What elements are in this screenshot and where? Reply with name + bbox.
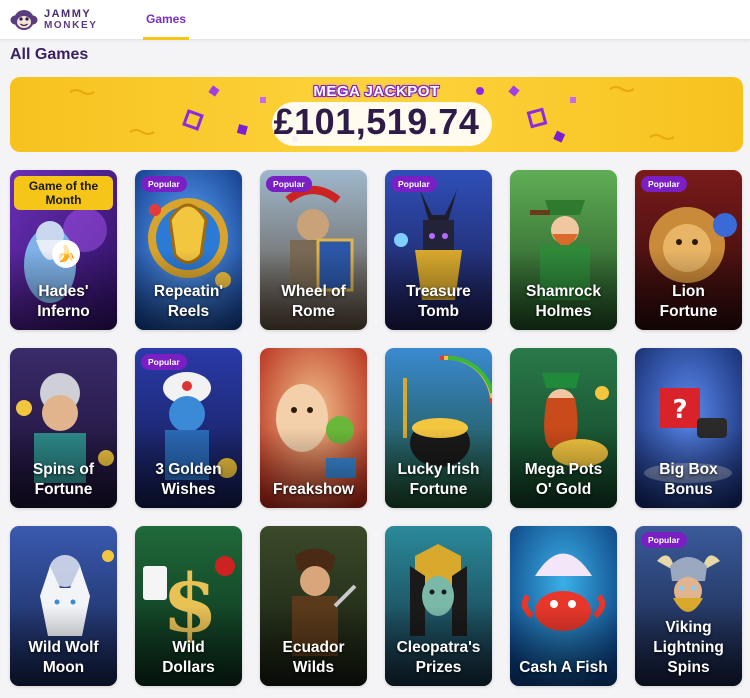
game-title: Spins of Fortune: [32, 461, 95, 498]
game-card-hades-inferno[interactable]: Game of the Month 🍌 Hades' Inferno: [10, 170, 117, 330]
game-title: Big Box Bonus: [659, 461, 718, 498]
game-card-lion-fortune[interactable]: Popular Lion Fortune: [635, 170, 742, 330]
game-card-wild-wolf-moon[interactable]: Wild Wolf Moon: [10, 526, 117, 686]
game-card-spins-of-fortune[interactable]: Spins of Fortune: [10, 348, 117, 508]
game-card-ecuador-wilds[interactable]: Ecuador Wilds: [260, 526, 367, 686]
game-title: 3 Golden Wishes: [155, 461, 222, 498]
game-title: Wild Dollars: [162, 639, 215, 676]
game-card-3-golden-wishes[interactable]: Popular 3 Golden Wishes: [135, 348, 242, 508]
popular-badge: Popular: [141, 354, 187, 370]
games-grid: Game of the Month 🍌 Hades' Inferno Popula…: [10, 170, 743, 698]
game-title: Ecuador Wilds: [282, 639, 345, 676]
game-card-shamrock-holmes[interactable]: Shamrock Holmes: [510, 170, 617, 330]
page-title: All Games: [10, 46, 89, 63]
game-title: Mega Pots O' Gold: [524, 461, 603, 498]
jackpot-label: MEGA JACKPOT: [313, 83, 440, 100]
top-navigation-bar: JAMMY MONKEY Games: [0, 0, 750, 40]
game-card-lucky-irish-fortune[interactable]: Lucky Irish Fortune: [385, 348, 492, 508]
game-title: Freakshow: [273, 481, 354, 498]
logo-line-1: JAMMY: [44, 8, 92, 20]
game-card-treasure-tomb[interactable]: Popular Treasure Tomb: [385, 170, 492, 330]
game-card-freakshow[interactable]: Freakshow: [260, 348, 367, 508]
svg-text:?: ?: [672, 395, 687, 425]
game-of-month-badge: Game of the Month: [14, 176, 113, 210]
game-title: Hades' Inferno: [37, 283, 90, 320]
game-title: Treasure Tomb: [406, 283, 471, 320]
game-card-cleopatras-prizes[interactable]: Cleopatra's Prizes: [385, 526, 492, 686]
game-card-cash-a-fish[interactable]: Cash A Fish: [510, 526, 617, 686]
nav-tab-games[interactable]: Games: [143, 0, 189, 40]
banana-icon: 🍌: [52, 240, 80, 268]
game-title: Cleopatra's Prizes: [396, 639, 481, 676]
jackpot-amount: £101,519.74: [273, 101, 480, 142]
popular-badge: Popular: [141, 176, 187, 192]
game-card-wild-dollars[interactable]: $ Wild Dollars: [135, 526, 242, 686]
game-card-viking-lightning-spins[interactable]: Popular Viking Lightning Spins: [635, 526, 742, 686]
game-card-mega-pots-o-gold[interactable]: Mega Pots O' Gold: [510, 348, 617, 508]
popular-badge: Popular: [266, 176, 312, 192]
popular-badge: Popular: [391, 176, 437, 192]
game-title: Lucky Irish Fortune: [397, 461, 480, 498]
game-title: Shamrock Holmes: [526, 283, 601, 320]
game-card-repeatin-reels[interactable]: Popular Repeatin' Reels: [135, 170, 242, 330]
logo-wordmark: JAMMY MONKEY: [44, 8, 98, 32]
game-title: Lion Fortune: [659, 283, 718, 320]
popular-badge: Popular: [641, 532, 687, 548]
game-title: Cash A Fish: [519, 659, 608, 676]
game-title: Repeatin' Reels: [153, 283, 224, 320]
game-title: Wild Wolf Moon: [28, 639, 99, 676]
jammy-monkey-logo[interactable]: JAMMY MONKEY: [10, 6, 105, 34]
game-title: Wheel of Rome: [281, 283, 346, 320]
game-card-big-box-bonus[interactable]: ? Big Box Bonus: [635, 348, 742, 508]
monkey-logo-icon: [10, 10, 38, 30]
game-title: Viking Lightning Spins: [653, 619, 724, 676]
logo-line-2: MONKEY: [44, 20, 98, 31]
mega-jackpot-banner[interactable]: MEGA JACKPOT £101,519.74: [10, 77, 743, 152]
popular-badge: Popular: [641, 176, 687, 192]
game-card-wheel-of-rome[interactable]: Popular Wheel of Rome: [260, 170, 367, 330]
